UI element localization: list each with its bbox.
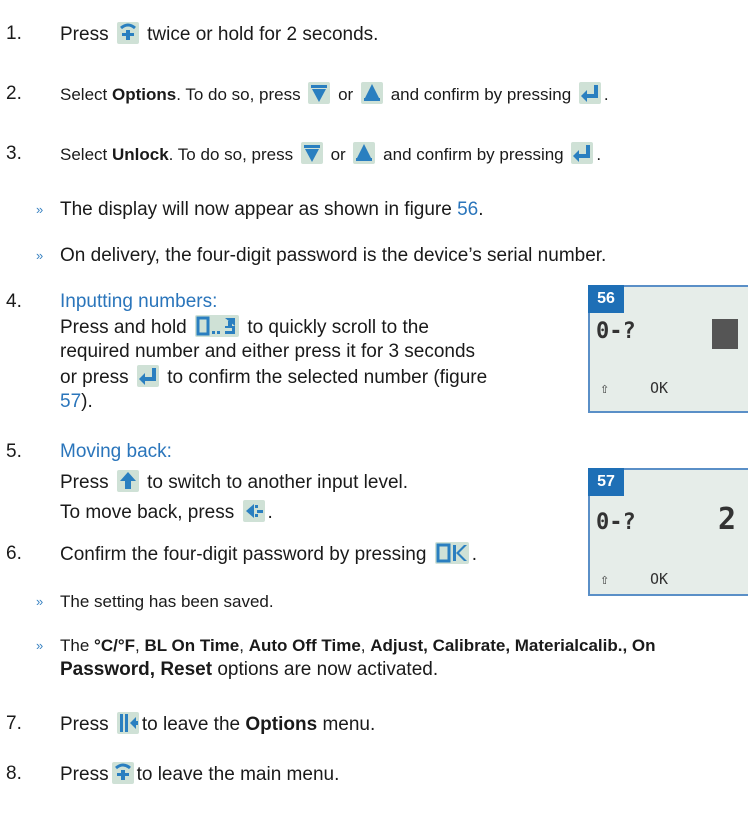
key-symbol: 0-? bbox=[596, 510, 636, 535]
softkey-ok: OK bbox=[650, 570, 669, 588]
step-number: 1. bbox=[6, 23, 22, 44]
step-number: 5. bbox=[6, 441, 22, 462]
arrow-down-icon bbox=[308, 82, 331, 104]
step-3-text: Select Unlock. To do so, press or and co… bbox=[60, 142, 601, 167]
ok-icon bbox=[434, 542, 469, 564]
step-4-heading: Inputting numbers: bbox=[60, 291, 218, 312]
figure-number: 57 bbox=[588, 468, 624, 496]
step-4-line-1: Press and hold to quickly scroll to the bbox=[60, 315, 429, 338]
figure-link[interactable]: 56 bbox=[457, 199, 478, 220]
digit-display: 2 bbox=[718, 502, 737, 537]
step-6-text: Confirm the four-digit password by press… bbox=[60, 542, 477, 565]
backspace-icon bbox=[242, 500, 265, 522]
arrow-down-icon bbox=[300, 142, 323, 164]
cursor-block bbox=[712, 319, 738, 349]
shift-icon bbox=[116, 470, 139, 492]
bullet-marker: » bbox=[36, 638, 44, 653]
softkey-shift: ⇧ bbox=[600, 379, 610, 397]
softkey-shift: ⇧ bbox=[600, 570, 610, 588]
figure-57: 57 0-? 2 ⇧ OK bbox=[588, 468, 748, 596]
bullet-saved-note: The setting has been saved. bbox=[60, 592, 274, 611]
step-8-text: Press to leave the main menu. bbox=[60, 762, 340, 785]
step-4-line-3: or press to confirm the selected number … bbox=[60, 365, 488, 388]
step-7-text: Press to leave the Options menu. bbox=[60, 712, 376, 735]
arrow-up-icon bbox=[353, 142, 376, 164]
bullet-marker: » bbox=[36, 248, 44, 263]
figure-link[interactable]: 57 bbox=[60, 391, 81, 412]
step-number: 6. bbox=[6, 543, 22, 564]
step-2-text: Select Options. To do so, press or and c… bbox=[60, 82, 609, 107]
bullet-display-note: The display will now appear as shown in … bbox=[60, 199, 484, 220]
step-number: 4. bbox=[6, 291, 22, 312]
step-4-line-2: required number and either press it for … bbox=[60, 341, 476, 362]
exit-menu-icon bbox=[116, 712, 139, 734]
softkey-ok: OK bbox=[650, 379, 669, 397]
figure-number: 56 bbox=[588, 285, 624, 313]
digits-0-9-icon bbox=[195, 315, 240, 337]
step-number: 3. bbox=[6, 143, 22, 164]
menu-icon bbox=[116, 22, 139, 44]
step-1-text: Press twice or hold for 2 seconds. bbox=[60, 22, 379, 45]
step-5-heading: Moving back: bbox=[60, 441, 172, 462]
arrow-up-icon bbox=[360, 82, 383, 104]
step-number: 8. bbox=[6, 763, 22, 784]
step-number: 2. bbox=[6, 83, 22, 104]
bullet-marker: » bbox=[36, 594, 44, 609]
step-5-line-1: Press to switch to another input level. bbox=[60, 470, 409, 493]
step-4-line-4: 57). bbox=[60, 391, 93, 412]
enter-icon bbox=[571, 142, 594, 164]
step-5-line-2: To move back, press . bbox=[60, 500, 273, 523]
menu-icon bbox=[111, 762, 134, 784]
enter-icon bbox=[136, 365, 159, 387]
bullet-options-activated-line-2: Password, Reset options are now activate… bbox=[60, 659, 439, 680]
bullet-delivery-note: On delivery, the four-digit password is … bbox=[60, 245, 607, 266]
bullet-marker: » bbox=[36, 202, 44, 217]
step-number: 7. bbox=[6, 713, 22, 734]
figure-56: 56 0-? ⇧ OK bbox=[588, 285, 748, 413]
key-symbol: 0-? bbox=[596, 319, 636, 344]
bullet-options-activated-line-1: The °C/°F, BL On Time, Auto Off Time, Ad… bbox=[60, 636, 656, 655]
enter-icon bbox=[578, 82, 601, 104]
